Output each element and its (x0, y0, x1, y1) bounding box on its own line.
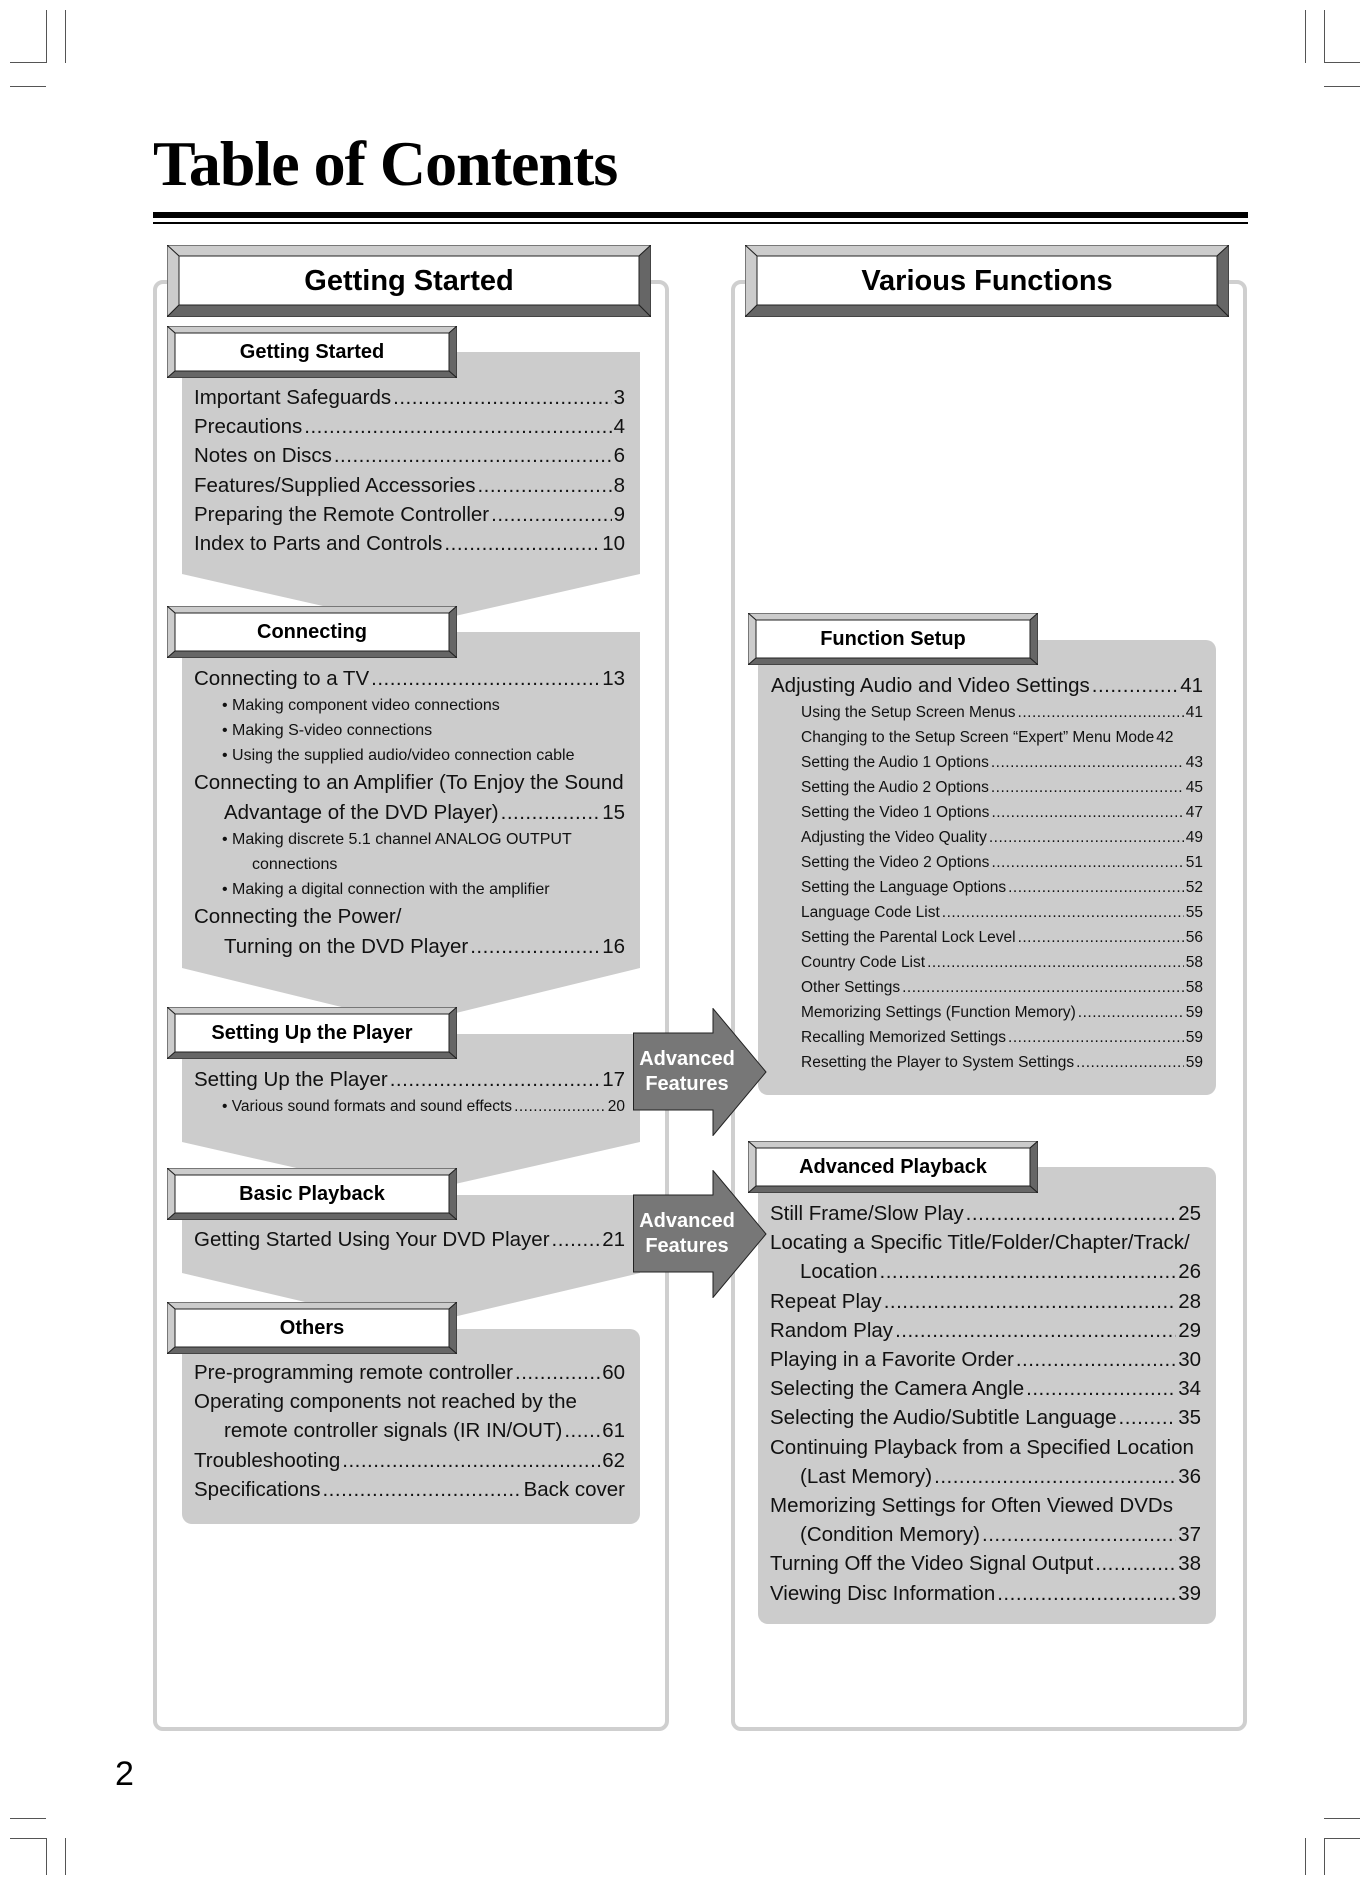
advanced-features-arrow-2: Advanced Features (633, 1169, 768, 1299)
toc-subentry[interactable]: Setting the Language Options52 (771, 875, 1203, 900)
toc-subentry[interactable]: Making component video connections (194, 693, 625, 718)
toc-list-function-setup: Adjusting Audio and Video Settings41 Usi… (771, 671, 1203, 1075)
section-header-label: Connecting (257, 620, 367, 643)
page-title: Table of Contents (153, 128, 618, 199)
toc-entry-continuation[interactable]: Location26 (770, 1257, 1201, 1286)
title-rule-thin (153, 222, 1248, 224)
toc-entry-continuation[interactable]: remote controller signals (IR IN/OUT)61 (194, 1416, 625, 1445)
toc-subentry[interactable]: Recalling Memorized Settings59 (771, 1025, 1203, 1050)
toc-subentry[interactable]: Making S-video connections (194, 718, 625, 743)
toc-subentry[interactable]: Changing to the Setup Screen “Expert” Me… (771, 725, 1203, 750)
toc-list-setting-up: Setting Up the Player17 Various sound fo… (194, 1065, 625, 1119)
toc-subentry[interactable]: Setting the Video 2 Options51 (771, 850, 1203, 875)
toc-entry[interactable]: Preparing the Remote Controller9 (194, 500, 625, 529)
toc-subentry[interactable]: Setting the Video 1 Options47 (771, 800, 1203, 825)
toc-entry[interactable]: Connecting to an Amplifier (To Enjoy the… (194, 768, 625, 798)
toc-subentry[interactable]: Setting the Audio 2 Options45 (771, 775, 1203, 800)
section-header-label: Setting Up the Player (211, 1021, 413, 1044)
toc-entry-continuation[interactable]: (Last Memory)36 (770, 1462, 1201, 1491)
toc-entry[interactable]: Selecting the Camera Angle34 (770, 1374, 1201, 1403)
toc-subentry[interactable]: Setting the Audio 1 Options43 (771, 750, 1203, 775)
toc-subentry[interactable]: Using the supplied audio/video connectio… (194, 743, 625, 768)
section-header-others: Others (167, 1302, 457, 1354)
toc-list-getting-started: Important Safeguards3 Precautions4 Notes… (194, 383, 625, 558)
toc-subentry[interactable]: Resetting the Player to System Settings5… (771, 1050, 1203, 1075)
toc-entry[interactable]: Important Safeguards3 (194, 383, 625, 412)
page-number: 2 (115, 1755, 134, 1793)
toc-entry[interactable]: SpecificationsBack cover (194, 1475, 625, 1504)
section-header-label: Others (279, 1316, 345, 1339)
toc-entry[interactable]: Selecting the Audio/Subtitle Language35 (770, 1403, 1201, 1432)
toc-entry[interactable]: Locating a Specific Title/Folder/Chapter… (770, 1228, 1201, 1257)
section-header-function-setup: Function Setup (748, 613, 1038, 665)
section-header-label: Getting Started (239, 340, 385, 363)
section-header-advanced-playback: Advanced Playback (748, 1141, 1038, 1193)
right-column-header: Various Functions (745, 245, 1229, 317)
toc-subentry[interactable]: Making a digital connection with the amp… (194, 877, 625, 902)
left-column-header: Getting Started (167, 245, 651, 317)
toc-entry[interactable]: Setting Up the Player17 (194, 1065, 625, 1094)
toc-entry[interactable]: Still Frame/Slow Play25 (770, 1199, 1201, 1228)
toc-list-others: Pre-programming remote controller60 Oper… (194, 1358, 625, 1504)
toc-entry[interactable]: Adjusting Audio and Video Settings41 (771, 671, 1203, 700)
toc-entry-continuation[interactable]: Turning on the DVD Player16 (194, 932, 625, 961)
arrow-label-line1: Advanced (639, 1210, 735, 1232)
toc-entry[interactable]: Connecting the Power/ (194, 902, 625, 931)
toc-entry[interactable]: Playing in a Favorite Order30 (770, 1345, 1201, 1374)
toc-entry[interactable]: Features/Supplied Accessories8 (194, 471, 625, 500)
toc-list-advanced-playback: Still Frame/Slow Play25 Locating a Speci… (770, 1199, 1201, 1608)
toc-entry-continuation[interactable]: (Condition Memory)37 (770, 1520, 1201, 1549)
toc-subentry[interactable]: Adjusting the Video Quality49 (771, 825, 1203, 850)
toc-entry[interactable]: Pre-programming remote controller60 (194, 1358, 625, 1387)
arrow-label-line2: Features (645, 1235, 729, 1257)
toc-subentry[interactable]: Memorizing Settings (Function Memory)59 (771, 1000, 1203, 1025)
toc-entry[interactable]: Precautions4 (194, 412, 625, 441)
toc-entry[interactable]: Continuing Playback from a Specified Loc… (770, 1433, 1201, 1462)
toc-subentry[interactable]: Making discrete 5.1 channel ANALOG OUTPU… (194, 827, 625, 852)
toc-subentry[interactable]: Setting the Parental Lock Level56 (771, 925, 1203, 950)
arrow-label-line2: Features (645, 1073, 729, 1095)
toc-subentry[interactable]: Using the Setup Screen Menus41 (771, 700, 1203, 725)
toc-entry[interactable]: Turning Off the Video Signal Output38 (770, 1549, 1201, 1578)
toc-entry[interactable]: Connecting to a TV13 (194, 664, 625, 693)
section-header-setting-up: Setting Up the Player (167, 1007, 457, 1059)
title-rule-thick (153, 212, 1248, 218)
toc-subentry[interactable]: Language Code List55 (771, 900, 1203, 925)
left-column-header-label: Getting Started (304, 264, 514, 297)
right-column-header-label: Various Functions (861, 264, 1113, 297)
section-header-basic-playback: Basic Playback (167, 1168, 457, 1220)
toc-list-basic-playback: Getting Started Using Your DVD Player21 (194, 1225, 625, 1254)
toc-subentry-continuation[interactable]: connections (194, 852, 625, 877)
section-header-getting-started: Getting Started (167, 326, 457, 378)
toc-subentry[interactable]: Various sound formats and sound effects2… (194, 1094, 625, 1119)
toc-subentry[interactable]: Other Settings58 (771, 975, 1203, 1000)
advanced-features-arrow-1: Advanced Features (633, 1007, 768, 1137)
toc-entry[interactable]: Repeat Play28 (770, 1287, 1201, 1316)
toc-entry[interactable]: Viewing Disc Information39 (770, 1579, 1201, 1608)
toc-list-connecting: Connecting to a TV13 Making component vi… (194, 664, 625, 961)
section-header-label: Basic Playback (239, 1182, 385, 1205)
toc-subentry[interactable]: Country Code List58 (771, 950, 1203, 975)
toc-entry[interactable]: Notes on Discs6 (194, 441, 625, 470)
toc-entry[interactable]: Memorizing Settings for Often Viewed DVD… (770, 1491, 1201, 1520)
section-header-label: Advanced Playback (799, 1155, 987, 1178)
toc-entry[interactable]: Getting Started Using Your DVD Player21 (194, 1225, 625, 1254)
toc-entry[interactable]: Index to Parts and Controls10 (194, 529, 625, 558)
arrow-label-line1: Advanced (639, 1048, 735, 1070)
toc-entry-continuation[interactable]: Advantage of the DVD Player)15 (194, 798, 625, 827)
section-header-label: Function Setup (820, 627, 966, 650)
toc-entry[interactable]: Operating components not reached by the (194, 1387, 625, 1416)
section-header-connecting: Connecting (167, 606, 457, 658)
toc-entry[interactable]: Troubleshooting62 (194, 1446, 625, 1475)
toc-entry[interactable]: Random Play29 (770, 1316, 1201, 1345)
